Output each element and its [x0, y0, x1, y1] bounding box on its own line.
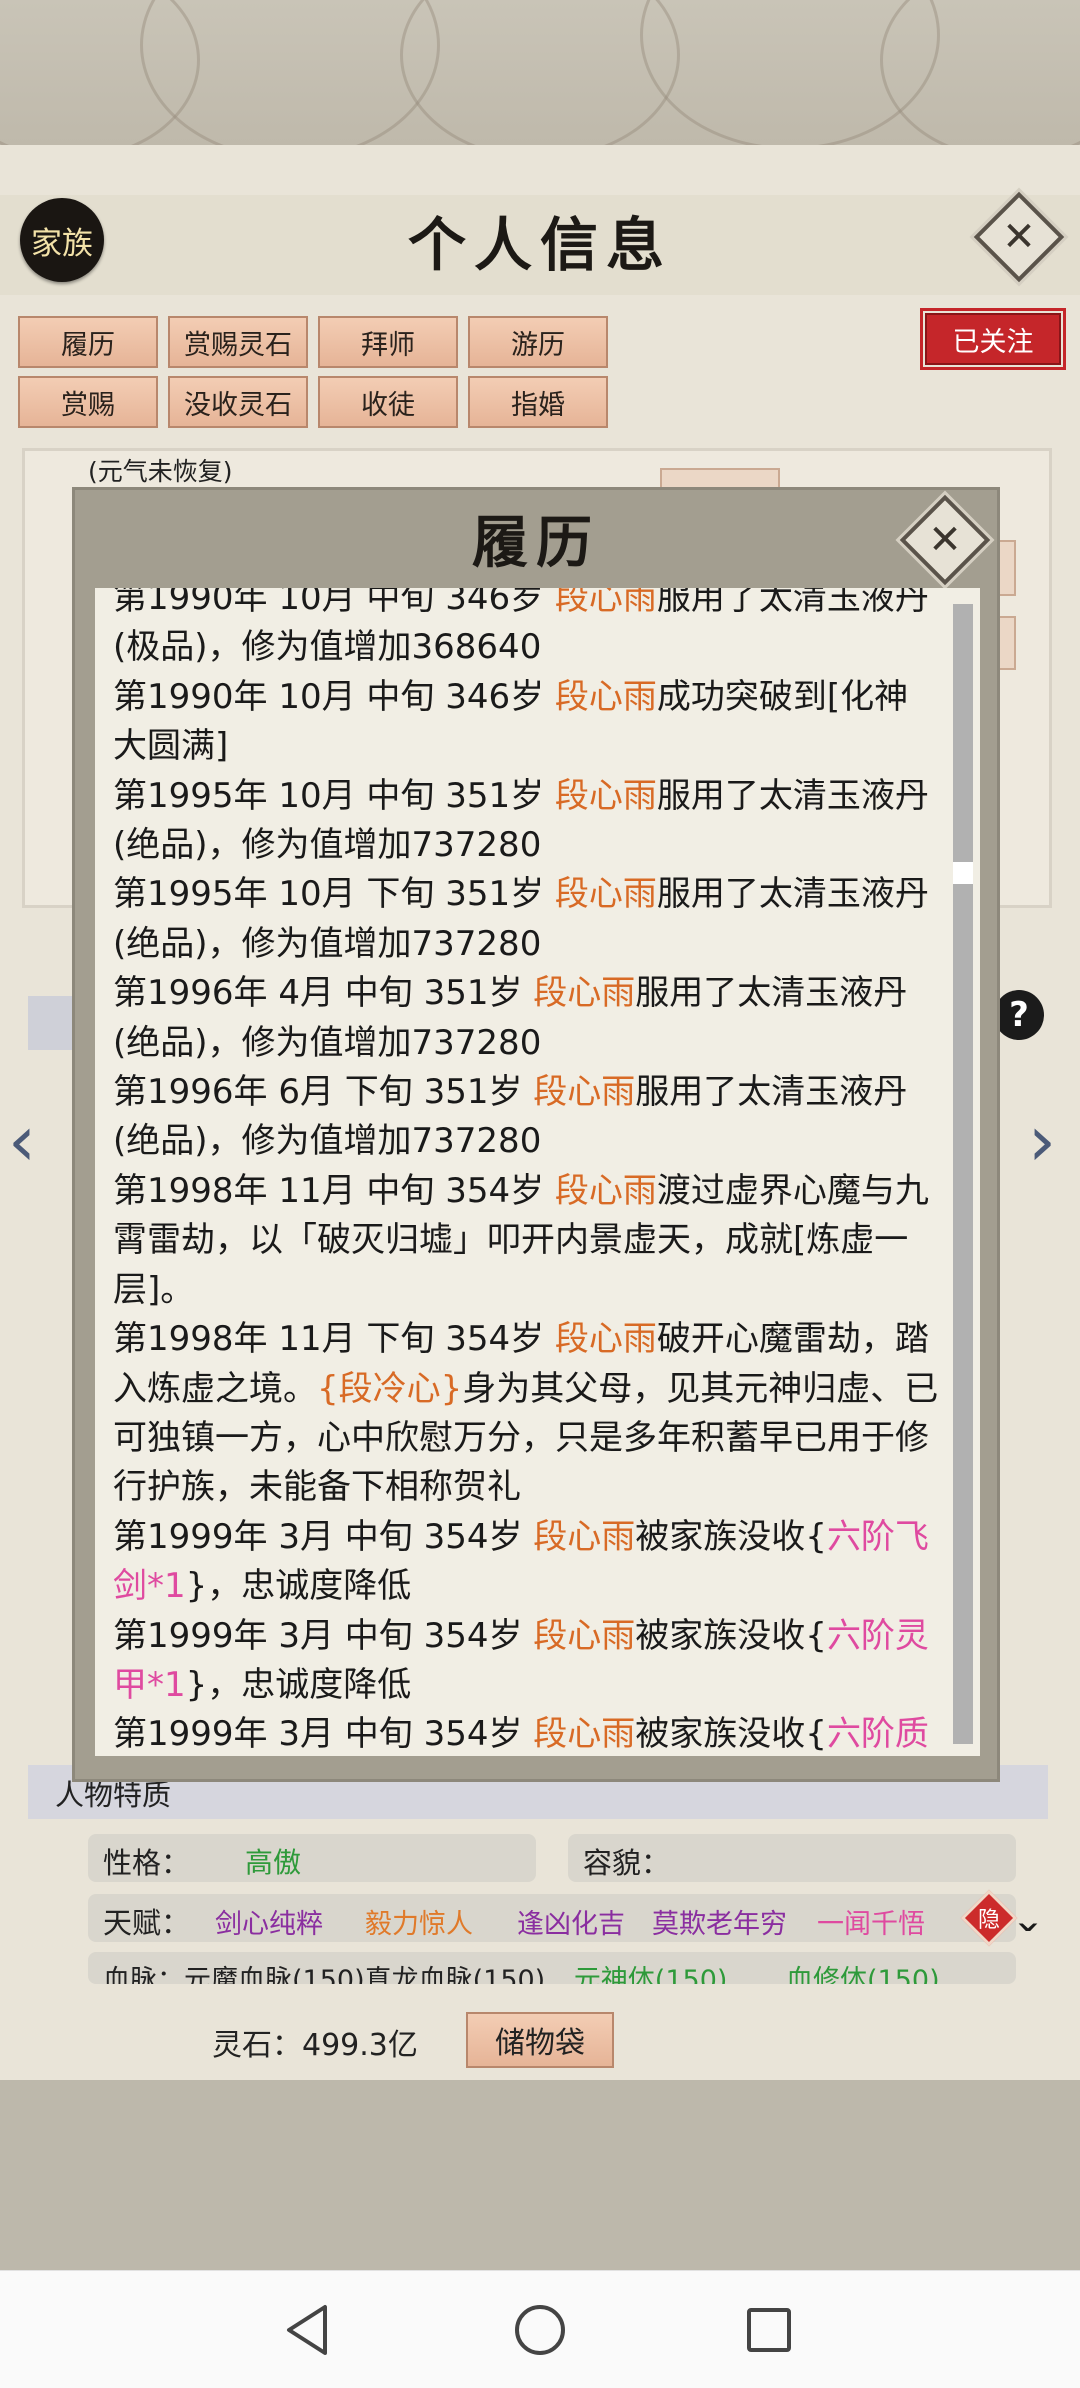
- modal-title: 履历: [472, 510, 600, 576]
- close-icon: ✕: [1002, 214, 1036, 260]
- entry-text: 第1996年 6月 下旬 351岁: [113, 1072, 534, 1113]
- entry-text: 第1999年 3月 中旬 354岁: [113, 1615, 534, 1656]
- tab-reward[interactable]: 赏赐: [18, 376, 158, 428]
- character-name: 段心雨: [533, 1714, 636, 1755]
- top-decor-band: [0, 0, 1080, 160]
- history-entry: 第1999年 3月 中旬 354岁 段心雨被家族没收{六阶灵甲*1}，忠诚度降低: [113, 1612, 942, 1711]
- entry-text: }，忠诚度降低: [185, 1566, 412, 1607]
- entry-text: 被家族没收{: [635, 1714, 827, 1755]
- talent-item: 剑心纯粹: [215, 1909, 323, 1940]
- history-entry: 第1996年 4月 中旬 351岁 段心雨服用了太清玉液丹(绝品)，修为值增加7…: [113, 969, 942, 1068]
- character-name: 段心雨: [554, 1170, 657, 1211]
- history-entry: 第1995年 10月 中旬 351岁 段心雨服用了太清玉液丹(绝品)，修为值增加…: [113, 772, 942, 871]
- help-icon[interactable]: ?: [994, 990, 1044, 1040]
- entry-text: 被家族没收{: [635, 1516, 827, 1557]
- app-root: 家族 个人信息 ✕ 履历 赏赐灵石 拜师 游历 赏赐 没收灵石 收徒 指婚 已关…: [0, 0, 1080, 2388]
- character-name: 段心雨: [533, 1516, 636, 1557]
- chevron-down-icon[interactable]: ˇ: [1013, 1920, 1043, 1966]
- history-entry: 第1999年 3月 中旬 354岁 段心雨被家族没收{六阶飞剑*1}，忠诚度降低: [113, 1513, 942, 1612]
- entry-text: 第1990年 10月 中旬 346岁: [113, 676, 555, 717]
- hide-label: 隐: [977, 1908, 1000, 1933]
- character-name: 段心雨: [533, 1072, 636, 1113]
- page-title: 个人信息: [407, 211, 672, 279]
- entry-text: }，忠诚度降低: [185, 1664, 412, 1705]
- tab-reward-stones[interactable]: 赏赐灵石: [168, 316, 308, 368]
- history-entry: 第1990年 10月 中旬 346岁 段心雨服用了太清玉液丹(极品)，修为值增加…: [113, 588, 942, 673]
- entry-text: 被家族没收{: [635, 1615, 827, 1656]
- bloodline-box: 血脉：元魔血脉(150)真龙血脉(150) 元神体(150) 血修体(150): [88, 1952, 1016, 1984]
- tab-confiscate-stones[interactable]: 没收灵石: [168, 376, 308, 428]
- bloodline-item: 血修体(150): [786, 1965, 940, 1984]
- entry-text: 第1999年 3月 中旬 354岁: [113, 1516, 534, 1557]
- history-log-panel[interactable]: 第1990年 10月 中旬 346岁 段心雨服用了太清玉液丹(极品)，修为值增加…: [95, 588, 980, 1756]
- history-entry: 第1995年 10月 下旬 351岁 段心雨服用了太清玉液丹(绝品)，修为值增加…: [113, 870, 942, 969]
- next-arrow-icon[interactable]: ›: [1028, 1100, 1056, 1182]
- tab-history[interactable]: 履历: [18, 316, 158, 368]
- relative-name: {段冷心}: [317, 1368, 463, 1409]
- back-icon[interactable]: [276, 2298, 340, 2362]
- log-scrollbar[interactable]: [953, 604, 973, 1744]
- followed-badge[interactable]: 已关注: [920, 308, 1066, 370]
- tab-arrange-marriage[interactable]: 指婚: [468, 376, 608, 428]
- character-name: 段心雨: [533, 973, 636, 1014]
- history-entry: 第1990年 10月 中旬 346岁 段心雨成功突破到[化神大圆满]: [113, 673, 942, 772]
- history-log-list: 第1990年 10月 中旬 346岁 段心雨服用了太清玉液丹(极品)，修为值增加…: [113, 588, 942, 1756]
- storage-bag-button[interactable]: 储物袋: [466, 2012, 614, 2068]
- lower-decor-band: [0, 2080, 1080, 2270]
- entry-text: 第1995年 10月 下旬 351岁: [113, 874, 555, 915]
- character-name: 段心雨: [533, 1615, 636, 1656]
- item-name: 六阶质: [826, 1714, 929, 1755]
- bloodline-item: 元魔血脉(150): [184, 1965, 365, 1984]
- talent-item: 毅力惊人: [365, 1909, 473, 1940]
- bloodline-label: 血脉：: [103, 1965, 184, 1984]
- health-status-text: (元气未恢复): [88, 457, 233, 486]
- character-name: 段心雨: [554, 588, 657, 618]
- spirit-stones-count: 灵石：499.3亿: [212, 2028, 418, 2063]
- close-icon: ✕: [928, 517, 962, 563]
- character-name: 段心雨: [554, 775, 657, 816]
- entry-text: 第1999年 3月 中旬 354岁: [113, 1714, 534, 1755]
- personality-value: 高傲: [245, 1846, 302, 1879]
- entry-text: 第1996年 4月 中旬 351岁: [113, 973, 534, 1014]
- tab-apprentice[interactable]: 拜师: [318, 316, 458, 368]
- appearance-label: 容貌：: [583, 1846, 671, 1880]
- tab-travel[interactable]: 游历: [468, 316, 608, 368]
- talent-label: 天赋：: [103, 1906, 191, 1940]
- talent-item: 莫欺老年穷: [652, 1909, 787, 1940]
- log-scroll-thumb[interactable]: [953, 862, 973, 884]
- history-entry: 第1999年 3月 中旬 354岁 段心雨被家族没收{六阶质: [113, 1710, 942, 1756]
- character-name: 段心雨: [554, 874, 657, 915]
- recents-icon[interactable]: [737, 2298, 801, 2362]
- prev-arrow-icon[interactable]: ‹: [8, 1100, 36, 1182]
- bloodline-item: 元神体(150): [573, 1965, 728, 1984]
- character-name: 段心雨: [554, 1319, 657, 1360]
- personality-label: 性格：: [103, 1846, 191, 1880]
- tab-take-disciple[interactable]: 收徒: [318, 376, 458, 428]
- history-entry: 第1998年 11月 下旬 354岁 段心雨破开心魔雷劫，踏入炼虚之境。{段冷心…: [113, 1315, 942, 1513]
- bloodline-item: 真龙血脉(150): [364, 1965, 546, 1984]
- entry-text: 第1990年 10月 中旬 346岁: [113, 588, 555, 618]
- talent-item: 一闻千悟: [817, 1909, 925, 1940]
- entry-text: 第1995年 10月 中旬 351岁: [113, 775, 555, 816]
- talent-item: 逢凶化吉: [517, 1909, 625, 1940]
- character-name: 段心雨: [554, 676, 657, 717]
- home-icon[interactable]: [508, 2298, 572, 2362]
- history-entry: 第1998年 11月 中旬 354岁 段心雨渡过虚界心魔与九霄雷劫，以「破灭归墟…: [113, 1167, 942, 1315]
- entry-text: 第1998年 11月 下旬 354岁: [113, 1319, 555, 1360]
- entry-text: 第1998年 11月 中旬 354岁: [113, 1170, 555, 1211]
- history-entry: 第1996年 6月 下旬 351岁 段心雨服用了太清玉液丹(绝品)，修为值增加7…: [113, 1068, 942, 1167]
